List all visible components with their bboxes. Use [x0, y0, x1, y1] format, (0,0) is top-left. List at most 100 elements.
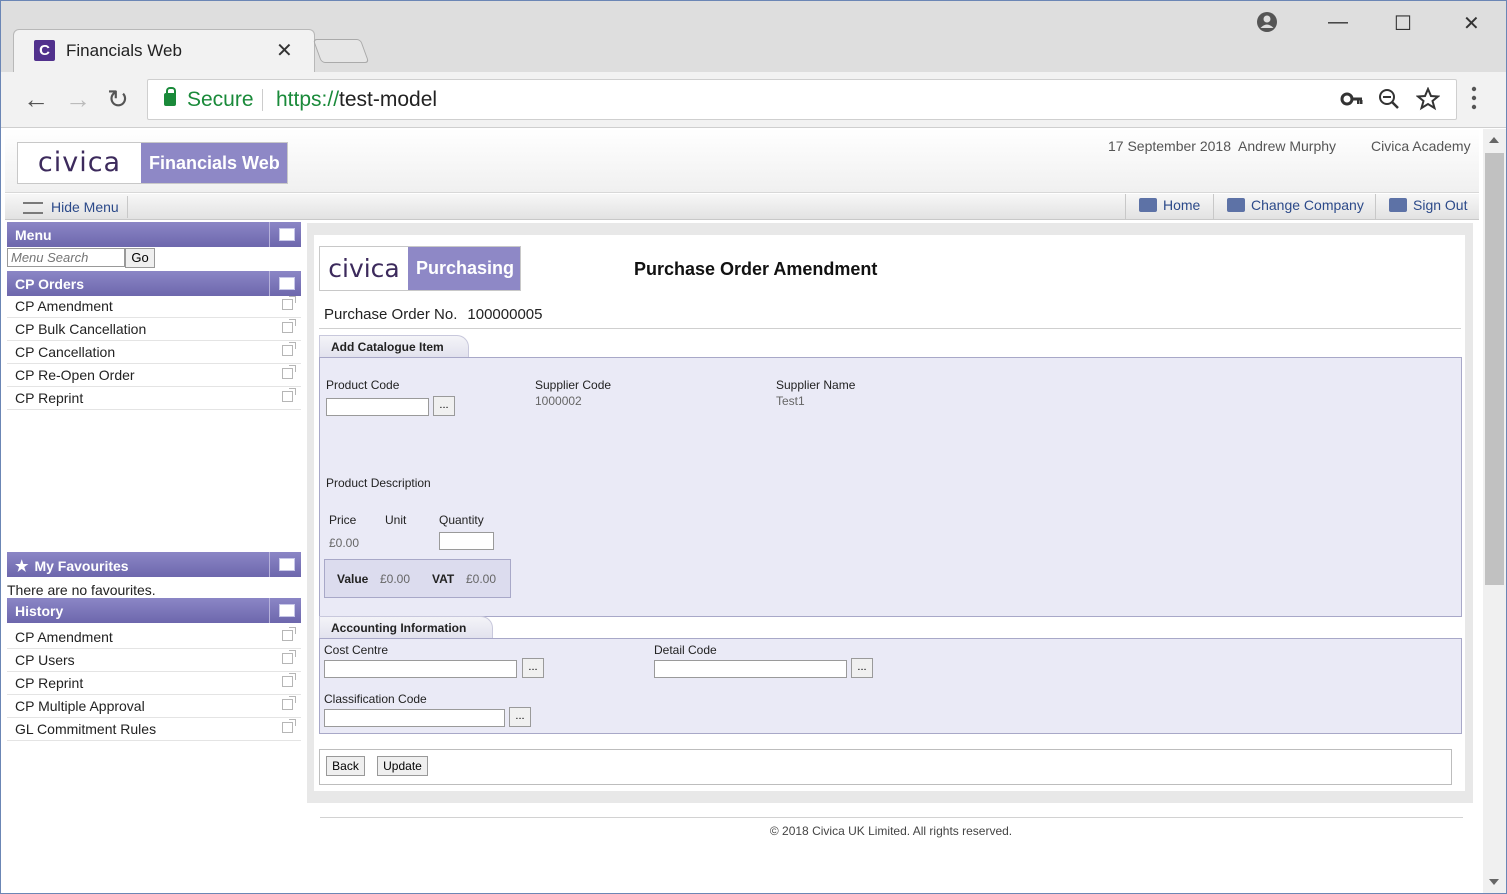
civica-brand: civica: [328, 254, 400, 283]
minimize-icon[interactable]: —: [1328, 11, 1348, 34]
bookmark-star-icon[interactable]: [1415, 86, 1441, 117]
scroll-up-icon[interactable]: [1489, 137, 1499, 143]
panel-toggle-icon[interactable]: [269, 598, 301, 623]
history-item-label: GL Commitment Rules: [15, 721, 157, 737]
product-code-label: Product Code: [326, 378, 400, 392]
hide-menu-icon: [23, 202, 43, 214]
panel-toggle-icon[interactable]: [269, 222, 301, 247]
open-window-icon[interactable]: [282, 319, 296, 333]
accounting-information-section: Cost Centre ... Detail Code ... Classifi…: [319, 638, 1462, 734]
product-code-input[interactable]: [326, 398, 429, 416]
menu-search-go-button[interactable]: Go: [125, 248, 155, 268]
cost-centre-label: Cost Centre: [324, 643, 389, 657]
menu-search-input[interactable]: [7, 248, 125, 267]
history-item-cp-users[interactable]: CP Users: [7, 649, 301, 672]
po-number-value: 100000005: [467, 306, 543, 323]
history-item-cp-multiple-approval[interactable]: CP Multiple Approval: [7, 695, 301, 718]
action-bar: Back Update: [319, 749, 1452, 785]
menu-item-cp-re-open-order[interactable]: CP Re-Open Order: [7, 364, 301, 387]
supplier-code-label: Supplier Code: [535, 378, 612, 392]
change-company-link[interactable]: Change Company: [1227, 197, 1364, 213]
product-name: Financials Web: [141, 143, 287, 183]
product-code-lookup-button[interactable]: ...: [433, 396, 455, 416]
purchasing-logo: civica Purchasing: [319, 246, 521, 291]
home-link[interactable]: Home: [1139, 197, 1200, 213]
menu-item-label: CP Amendment: [15, 298, 113, 314]
sign-out-icon: [1389, 198, 1407, 212]
new-tab-button[interactable]: [312, 39, 370, 63]
history-title: History: [15, 603, 64, 619]
tab-close-icon[interactable]: ✕: [276, 38, 293, 63]
divider: [1375, 194, 1376, 220]
url-text[interactable]: https://test-model: [276, 88, 437, 112]
history-item-label: CP Multiple Approval: [15, 698, 145, 714]
app-header: civica Financials Web 17 September 2018 …: [5, 129, 1479, 193]
reload-icon[interactable]: ↻: [107, 84, 129, 115]
update-button[interactable]: Update: [377, 756, 428, 776]
open-window-icon[interactable]: [282, 296, 296, 310]
more-vert-icon[interactable]: [1471, 86, 1477, 116]
open-window-icon[interactable]: [282, 627, 296, 641]
classification-code-input[interactable]: [324, 709, 505, 727]
open-window-icon[interactable]: [282, 719, 296, 733]
quantity-input[interactable]: [439, 532, 494, 550]
history-item-gl-commitment-rules[interactable]: GL Commitment Rules: [7, 718, 301, 741]
back-button[interactable]: Back: [326, 756, 365, 776]
maximize-icon[interactable]: ☐: [1394, 11, 1412, 36]
product-description-label: Product Description: [326, 476, 431, 490]
key-icon[interactable]: [1340, 89, 1364, 115]
menu-panel-header: Menu: [7, 222, 301, 247]
cp-orders-panel-header[interactable]: CP Orders: [7, 271, 301, 296]
open-window-icon[interactable]: [282, 673, 296, 687]
cost-centre-lookup-button[interactable]: ...: [522, 658, 544, 678]
hide-menu-button[interactable]: Hide Menu: [9, 196, 128, 218]
classification-code-lookup-button[interactable]: ...: [509, 707, 531, 727]
menu-item-label: CP Reprint: [15, 390, 84, 406]
menu-item-cp-cancellation[interactable]: CP Cancellation: [7, 341, 301, 364]
supplier-name-label: Supplier Name: [776, 378, 856, 392]
history-item-cp-reprint[interactable]: CP Reprint: [7, 672, 301, 695]
menu-item-cp-amendment[interactable]: CP Amendment: [7, 295, 301, 318]
zoom-out-icon[interactable]: [1378, 88, 1400, 116]
panel-up-icon[interactable]: [269, 271, 301, 296]
page-title: Purchase Order Amendment: [634, 259, 878, 279]
detail-code-input[interactable]: [654, 660, 847, 678]
scroll-down-icon[interactable]: [1489, 879, 1499, 885]
lock-icon: [164, 87, 176, 106]
cost-centre-input[interactable]: [324, 660, 517, 678]
open-window-icon[interactable]: [282, 365, 296, 379]
menu-item-cp-bulk-cancellation[interactable]: CP Bulk Cancellation: [7, 318, 301, 341]
purchase-order-number: Purchase Order No. 100000005: [324, 306, 542, 323]
history-item-label: CP Amendment: [15, 629, 113, 645]
sign-out-link[interactable]: Sign Out: [1389, 197, 1467, 213]
value-vat-summary: Value £0.00 VAT £0.00: [324, 559, 511, 598]
user-name: Andrew Murphy: [1238, 138, 1337, 154]
value-amount: £0.00: [380, 572, 411, 586]
classification-code-label: Classification Code: [324, 692, 427, 706]
top-menubar: Hide Menu Home Change Company Sign Out: [5, 194, 1479, 220]
window-close-icon[interactable]: ✕: [1463, 11, 1480, 36]
scrollbar-thumb[interactable]: [1485, 153, 1504, 585]
supplier-code-value: 1000002: [535, 394, 582, 408]
panel-toggle-icon[interactable]: [269, 552, 301, 577]
open-window-icon[interactable]: [282, 388, 296, 402]
tab-title: Financials Web: [66, 41, 182, 60]
open-window-icon[interactable]: [282, 696, 296, 710]
history-item-cp-amendment[interactable]: CP Amendment: [7, 626, 301, 649]
page-scrollbar[interactable]: [1483, 129, 1506, 893]
browser-tab[interactable]: C Financials Web ✕: [13, 29, 315, 72]
open-window-icon[interactable]: [282, 650, 296, 664]
history-item-label: CP Reprint: [15, 675, 84, 691]
back-arrow-icon[interactable]: ←: [23, 84, 49, 115]
civica-brand: civica: [18, 143, 141, 183]
sidebar: Menu Go CP Orders CP Amendment CP Bulk C…: [5, 221, 301, 881]
price-label: Price: [329, 513, 357, 527]
forward-arrow-icon[interactable]: →: [65, 84, 91, 115]
divider: [1125, 194, 1126, 220]
open-window-icon[interactable]: [282, 342, 296, 356]
address-bar[interactable]: Secure https://test-model: [147, 79, 1457, 120]
accounting-information-tab: Accounting Information: [319, 616, 493, 638]
detail-code-lookup-button[interactable]: ...: [851, 658, 873, 678]
menu-item-cp-reprint[interactable]: CP Reprint: [7, 387, 301, 410]
account-circle-icon[interactable]: [1256, 11, 1278, 39]
